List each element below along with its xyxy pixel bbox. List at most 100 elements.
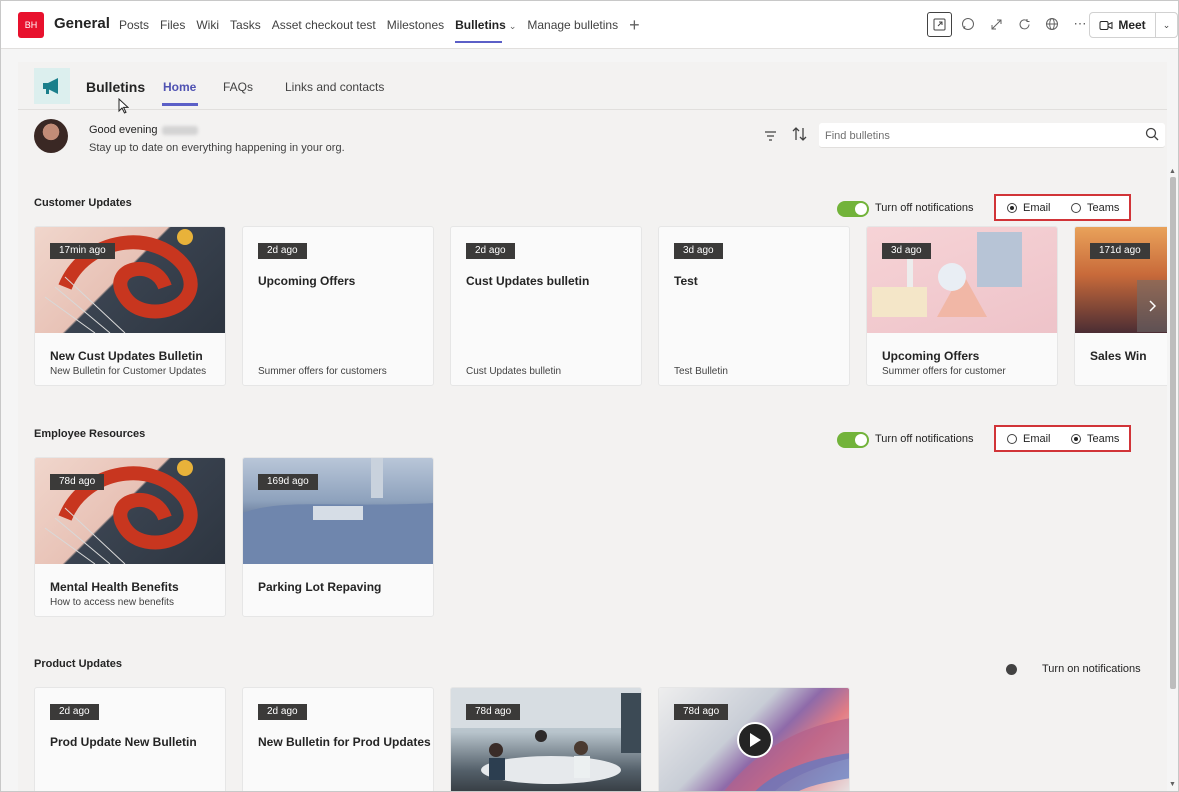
bulletin-card[interactable]: 2d ago New Bulletin for Prod Updates bbox=[242, 687, 434, 791]
add-tab-icon[interactable]: + bbox=[629, 1, 640, 49]
radio-email-customer-updates-indicator bbox=[1007, 203, 1017, 213]
time-badge: 78d ago bbox=[50, 474, 105, 490]
channel-tabs: Posts Files Wiki Tasks Asset checkout te… bbox=[119, 1, 651, 49]
bulletin-title: Upcoming Offers bbox=[882, 349, 980, 363]
play-video-button[interactable] bbox=[737, 722, 773, 758]
bulletins-app: Bulletins Home FAQs Links and contacts G… bbox=[18, 62, 1176, 791]
expand-icon[interactable] bbox=[984, 12, 1008, 36]
bulletin-description: New Bulletin for Customer Updates bbox=[50, 366, 207, 377]
radio-email-customer-updates[interactable]: Email bbox=[1007, 202, 1051, 214]
carousel-next-button[interactable] bbox=[1137, 280, 1167, 332]
notifications-toggle-product-updates[interactable] bbox=[1006, 662, 1018, 678]
tab-wiki[interactable]: Wiki bbox=[196, 1, 219, 49]
tab-milestones[interactable]: Milestones bbox=[387, 1, 444, 49]
bulletin-card[interactable]: 3d ago Upcoming Offers Summer offers for… bbox=[866, 226, 1058, 386]
notification-channel-group-employee-resources: Email Teams bbox=[994, 425, 1131, 452]
tab-files[interactable]: Files bbox=[160, 1, 185, 49]
app-header: Bulletins Home FAQs Links and contacts bbox=[18, 62, 1167, 114]
meet-button[interactable]: Meet ⌄ bbox=[1089, 12, 1178, 38]
bulletin-title: New Bulletin for Prod Updates bbox=[258, 735, 431, 749]
play-icon bbox=[750, 733, 761, 747]
scroll-down-icon[interactable]: ▼ bbox=[1169, 781, 1176, 788]
bulletin-title: Cust Updates bulletin bbox=[466, 274, 590, 288]
mouse-cursor-icon bbox=[118, 98, 129, 114]
search-input[interactable] bbox=[825, 127, 1135, 144]
notifications-toggle-customer-updates[interactable] bbox=[837, 201, 869, 217]
bulletin-description: How to access new benefits bbox=[50, 597, 174, 608]
bulletin-card[interactable]: 78d ago Mental Health Benefits How to ac… bbox=[34, 457, 226, 617]
section-title-employee-resources: Employee Resources bbox=[34, 428, 146, 440]
time-badge: 2d ago bbox=[466, 243, 515, 259]
bulletin-title: Test bbox=[674, 274, 698, 288]
notifications-label-employee-resources: Turn off notifications bbox=[875, 433, 974, 445]
bulletin-card[interactable]: 3d ago Test Test Bulletin bbox=[658, 226, 850, 386]
chat-icon[interactable] bbox=[956, 12, 980, 36]
video-camera-icon bbox=[1099, 20, 1113, 30]
radio-email-employee-resources-indicator bbox=[1007, 434, 1017, 444]
chevron-down-icon: ⌄ bbox=[508, 21, 517, 31]
search-icon[interactable] bbox=[1145, 127, 1159, 141]
meet-main[interactable]: Meet bbox=[1090, 13, 1156, 37]
tab-faqs[interactable]: FAQs bbox=[223, 80, 253, 94]
sort-icon[interactable] bbox=[792, 127, 807, 144]
radio-teams-employee-resources-indicator bbox=[1071, 434, 1081, 444]
time-badge: 171d ago bbox=[1090, 243, 1150, 259]
time-badge: 2d ago bbox=[258, 243, 307, 259]
notifications-toggle-employee-resources[interactable] bbox=[837, 432, 869, 448]
radio-teams-employee-resources-label: Teams bbox=[1087, 433, 1120, 445]
time-badge: 17min ago bbox=[50, 243, 115, 259]
header-actions: ⋯ bbox=[927, 12, 1092, 37]
team-avatar[interactable]: BH bbox=[18, 12, 44, 38]
bulletin-card[interactable]: 2d ago Prod Update New Bulletin bbox=[34, 687, 226, 791]
section-title-customer-updates: Customer Updates bbox=[34, 197, 132, 209]
greeting: Good evening bbox=[89, 124, 198, 136]
bulletin-title: Upcoming Offers bbox=[258, 274, 356, 288]
radio-email-employee-resources[interactable]: Email bbox=[1007, 433, 1051, 445]
radio-teams-employee-resources[interactable]: Teams bbox=[1071, 433, 1119, 445]
bulletin-description: Test Bulletin bbox=[674, 366, 728, 377]
time-badge: 169d ago bbox=[258, 474, 318, 490]
bulletin-description: Summer offers for customers bbox=[258, 366, 387, 377]
bulletin-description: Summer offers for customer bbox=[882, 366, 1006, 377]
tab-bulletins[interactable]: Bulletins ⌄ bbox=[455, 1, 516, 49]
scrollbar[interactable]: ▲ ▼ bbox=[1169, 168, 1177, 791]
time-badge: 2d ago bbox=[258, 704, 307, 720]
chevron-right-icon bbox=[1149, 300, 1156, 312]
search-box[interactable] bbox=[819, 123, 1165, 148]
bulletin-title: Parking Lot Repaving bbox=[258, 580, 382, 594]
globe-icon[interactable] bbox=[1040, 12, 1064, 36]
bulletin-card[interactable]: 17min ago New Cust Updates Bulletin New … bbox=[34, 226, 226, 386]
tab-manage-bulletins[interactable]: Manage bulletins bbox=[527, 1, 618, 49]
filter-icon[interactable] bbox=[764, 128, 777, 144]
bulletin-card[interactable]: 78d ago bbox=[658, 687, 850, 791]
tab-asset-checkout-test[interactable]: Asset checkout test bbox=[272, 1, 376, 49]
meet-dropdown-icon[interactable]: ⌄ bbox=[1156, 20, 1177, 31]
section-title-product-updates: Product Updates bbox=[34, 658, 123, 670]
tab-posts[interactable]: Posts bbox=[119, 1, 149, 49]
bulletin-title: New Cust Updates Bulletin bbox=[50, 349, 203, 363]
greeting-subtitle: Stay up to date on everything happening … bbox=[89, 142, 345, 154]
radio-teams-customer-updates-label: Teams bbox=[1087, 202, 1120, 214]
time-badge: 2d ago bbox=[50, 704, 99, 720]
scrollbar-thumb[interactable] bbox=[1170, 177, 1176, 689]
radio-teams-customer-updates[interactable]: Teams bbox=[1071, 202, 1119, 214]
channel-title: General bbox=[54, 15, 110, 32]
tab-links-and-contacts[interactable]: Links and contacts bbox=[285, 80, 384, 94]
bulletin-title: Prod Update New Bulletin bbox=[50, 735, 197, 749]
refresh-icon[interactable] bbox=[1012, 12, 1036, 36]
meet-label: Meet bbox=[1118, 18, 1146, 32]
greeting-text: Good evening bbox=[89, 124, 158, 136]
time-badge: 78d ago bbox=[674, 704, 729, 720]
bulletin-card[interactable]: 2d ago Upcoming Offers Summer offers for… bbox=[242, 226, 434, 386]
megaphone-icon bbox=[34, 68, 70, 104]
tab-home[interactable]: Home bbox=[161, 80, 199, 106]
bulletin-card[interactable]: 78d ago bbox=[450, 687, 642, 791]
popout-icon[interactable] bbox=[927, 12, 952, 37]
scroll-up-icon[interactable]: ▲ bbox=[1169, 168, 1176, 175]
tab-tasks[interactable]: Tasks bbox=[230, 1, 261, 49]
user-avatar bbox=[34, 119, 68, 153]
blurred-user-name bbox=[161, 125, 198, 135]
notifications-label-customer-updates: Turn off notifications bbox=[875, 202, 974, 214]
bulletin-card[interactable]: 2d ago Cust Updates bulletin Cust Update… bbox=[450, 226, 642, 386]
bulletin-card[interactable]: 169d ago Parking Lot Repaving bbox=[242, 457, 434, 617]
